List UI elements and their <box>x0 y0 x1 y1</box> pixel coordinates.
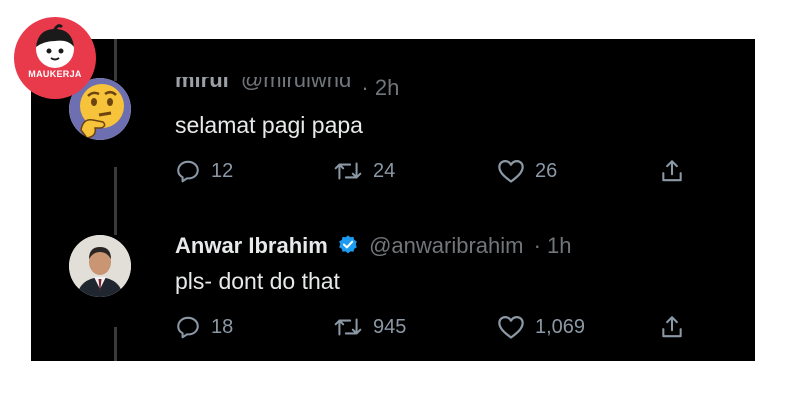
profile-photo <box>69 235 131 297</box>
mascot-icon <box>36 24 74 68</box>
maukerja-logo: MAUKERJA <box>14 17 96 99</box>
tweet-header: Anwar Ibrahim @anwaribrahim · 1h <box>175 233 572 259</box>
action-bar: 18 945 1,069 <box>175 312 695 342</box>
share-icon <box>662 160 682 182</box>
tweet-header: mirul @mirulwnd · 2h <box>175 77 399 99</box>
timestamp[interactable]: · 1h <box>534 233 572 258</box>
retweet-button[interactable]: 945 <box>333 312 406 342</box>
verified-badge-icon <box>339 235 357 254</box>
reply-icon <box>177 160 199 183</box>
retweet-icon <box>334 162 362 180</box>
reply-button[interactable]: 18 <box>175 312 233 342</box>
handle[interactable]: @mirulwnd <box>241 77 351 92</box>
tweet-2[interactable]: Anwar Ibrahim @anwaribrahim · 1h pls- do… <box>31 199 755 361</box>
reply-button[interactable]: 12 <box>175 156 233 186</box>
reply-count: 18 <box>211 315 234 338</box>
timestamp[interactable]: · 2h <box>361 77 399 99</box>
action-bar: 12 24 26 <box>175 156 695 186</box>
retweet-count: 945 <box>373 315 407 338</box>
display-name[interactable]: Anwar Ibrahim <box>175 233 328 258</box>
tweet-text: pls- dont do that <box>175 268 340 294</box>
retweet-count: 24 <box>373 159 396 182</box>
display-name[interactable]: mirul <box>175 77 229 92</box>
reply-icon <box>177 316 199 339</box>
like-icon <box>498 159 524 183</box>
like-button[interactable]: 26 <box>497 156 557 186</box>
like-icon <box>498 315 524 339</box>
retweet-icon <box>334 318 362 336</box>
tweet-text: selamat pagi papa <box>175 112 363 138</box>
share-button[interactable] <box>659 156 685 186</box>
retweet-button[interactable]: 24 <box>333 156 395 186</box>
share-icon <box>662 316 682 338</box>
tweet-thread-panel: mirul @mirulwnd · 2h selamat pagi papa 1… <box>31 39 755 361</box>
handle[interactable]: @anwaribrahim <box>369 233 523 258</box>
avatar[interactable] <box>69 235 131 297</box>
like-count: 26 <box>535 159 558 182</box>
like-count: 1,069 <box>535 315 586 338</box>
tweet-1[interactable]: mirul @mirulwnd · 2h selamat pagi papa 1… <box>31 39 755 199</box>
like-button[interactable]: 1,069 <box>497 312 585 342</box>
reply-count: 12 <box>211 159 234 182</box>
share-button[interactable] <box>659 312 685 342</box>
logo-text: MAUKERJA <box>28 69 82 79</box>
